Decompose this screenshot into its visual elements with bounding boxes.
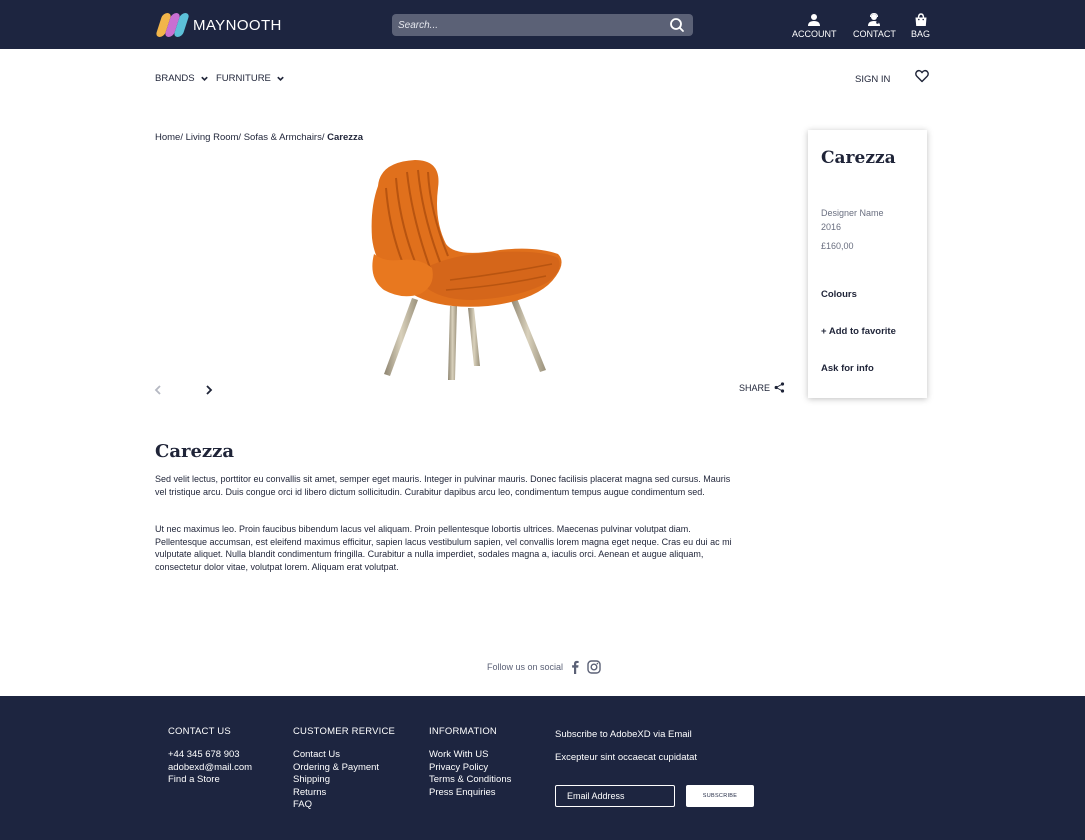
ask-for-info-button[interactable]: Ask for info	[821, 363, 874, 374]
footer-link[interactable]: Terms & Conditions	[429, 774, 511, 787]
email-field[interactable]	[555, 785, 675, 807]
account-label: ACCOUNT	[792, 29, 837, 39]
footer-link[interactable]: Work With US	[429, 749, 511, 762]
share-label: SHARE	[739, 382, 771, 393]
furniture-menu[interactable]: FURNITURE	[216, 73, 285, 84]
footer-link[interactable]: Ordering & Payment	[293, 762, 395, 775]
social-links: Follow us on social	[487, 660, 601, 674]
bag-icon	[915, 13, 926, 26]
footer-customer-column: CUSTOMER RERVICE Contact Us Ordering & P…	[293, 726, 395, 812]
bag-button[interactable]: BAG	[911, 13, 930, 39]
add-to-favorite-button[interactable]: + Add to favorite	[821, 326, 896, 337]
footer-heading: CONTACT US	[168, 726, 231, 737]
breadcrumb-current: Carezza	[327, 132, 364, 143]
footer-link[interactable]: Returns	[293, 787, 395, 800]
breadcrumb-path[interactable]: Home/ Living Room/ Sofas & Armchairs/	[155, 132, 327, 143]
contact-label: CONTACT	[853, 29, 896, 39]
design-year: 2016	[821, 222, 842, 232]
search-input[interactable]	[392, 14, 662, 36]
footer-heading: CUSTOMER RERVICE	[293, 726, 396, 737]
footer-link[interactable]: FAQ	[293, 799, 395, 812]
top-header: MAYNOOTH ACCOUNT CONTACT BAG	[0, 0, 1085, 49]
footer-link[interactable]: Privacy Policy	[429, 762, 511, 775]
footer-contact-column: CONTACT US +44 345 678 903 adobexd@mail.…	[168, 726, 252, 787]
account-button[interactable]: ACCOUNT	[792, 13, 837, 39]
instagram-icon[interactable]	[587, 660, 601, 674]
footer-find-store-link[interactable]: Find a Store	[168, 774, 252, 787]
brands-menu[interactable]: BRANDS	[155, 73, 209, 84]
contact-button[interactable]: CONTACT	[853, 13, 896, 39]
bag-label: BAG	[911, 29, 931, 39]
product-price: £160,00	[821, 241, 854, 251]
share-icon	[774, 382, 785, 393]
product-name: Carezza	[821, 148, 896, 168]
breadcrumb: Home/ Living Room/ Sofas & Armchairs/ Ca…	[155, 132, 363, 143]
subscribe-title: Subscribe to AdobeXD via Email	[555, 729, 692, 740]
next-image-button[interactable]	[203, 384, 215, 396]
product-image	[371, 160, 562, 380]
logo-text: MAYNOOTH	[193, 16, 282, 34]
search-icon[interactable]	[669, 17, 685, 33]
footer-information-column: INFORMATION Work With US Privacy Policy …	[429, 726, 511, 799]
product-designer: Designer Name 2016	[821, 206, 884, 234]
share-button[interactable]: SHARE	[739, 382, 785, 393]
colours-button[interactable]: Colours	[821, 289, 857, 300]
sign-in-link[interactable]: SIGN IN	[855, 74, 890, 85]
contact-icon	[868, 13, 881, 26]
heart-icon[interactable]	[915, 69, 929, 83]
logo-mark-icon	[155, 12, 191, 38]
subscribe-text: Excepteur sint occaecat cupidatat	[555, 752, 698, 763]
footer-link[interactable]: Press Enquiries	[429, 787, 511, 800]
account-icon	[808, 14, 821, 26]
description-title: Carezza	[155, 441, 235, 462]
facebook-icon[interactable]	[568, 660, 582, 674]
designer-name[interactable]: Designer Name	[821, 206, 884, 220]
footer: CONTACT US +44 345 678 903 adobexd@mail.…	[0, 696, 1085, 840]
chevron-down-icon	[200, 76, 208, 81]
search-bar[interactable]	[392, 14, 693, 36]
logo[interactable]: MAYNOOTH	[155, 12, 282, 38]
footer-link[interactable]: Contact Us	[293, 749, 395, 762]
chevron-down-icon	[277, 76, 284, 81]
previous-image-button[interactable]	[152, 384, 164, 396]
social-label: Follow us on social	[487, 662, 564, 672]
footer-email[interactable]: adobexd@mail.com	[168, 762, 252, 775]
subscribe-button[interactable]: SUBSCRIBE	[686, 785, 754, 807]
description-paragraph: Ut nec maximus leo. Proin faucibus biben…	[155, 524, 732, 572]
footer-heading: INFORMATION	[429, 726, 497, 737]
product-info-card: Carezza Designer Name 2016 £160,00 Colou…	[808, 130, 927, 398]
footer-phone[interactable]: +44 345 678 903	[168, 749, 252, 762]
footer-link[interactable]: Shipping	[293, 774, 395, 787]
description-paragraph: Sed velit lectus, porttitor eu convallis…	[155, 474, 731, 497]
brands-label: BRANDS	[155, 73, 195, 84]
furniture-label: FURNITURE	[216, 73, 271, 84]
